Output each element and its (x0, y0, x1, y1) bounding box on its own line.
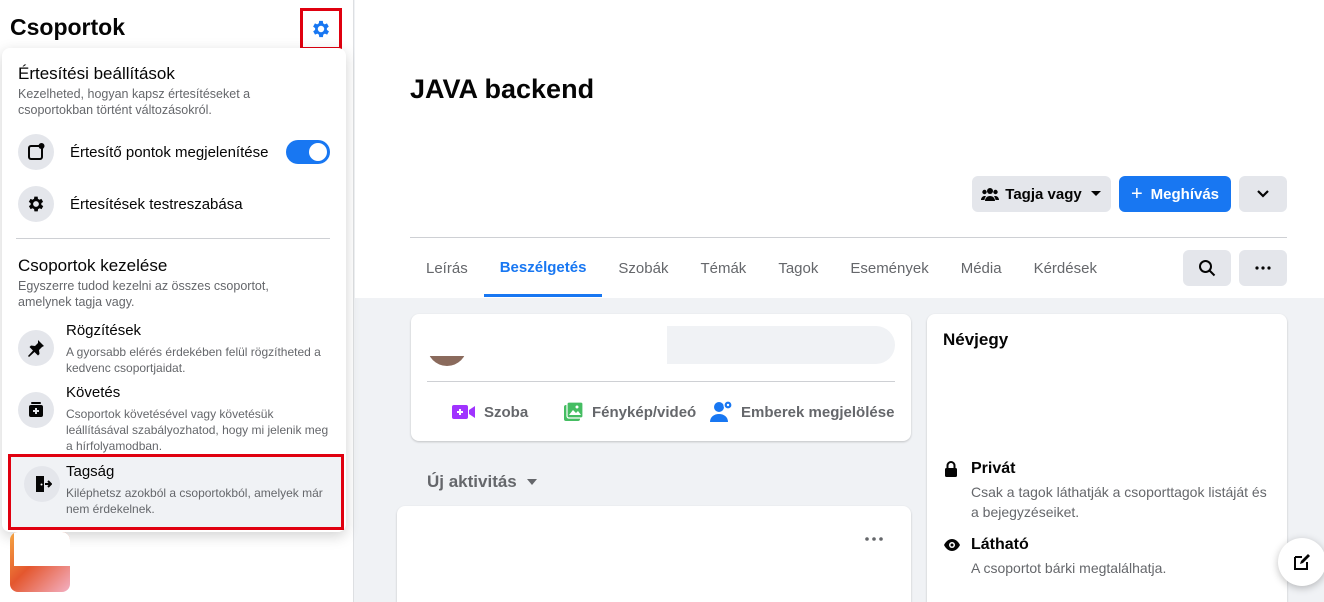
leave-group-icon (24, 466, 60, 502)
tab-media[interactable]: Média (945, 240, 1018, 297)
pins-title: Rögzítések (66, 322, 142, 339)
room-label: Szoba (484, 403, 529, 421)
photo-icon (564, 401, 584, 421)
tab-szobak[interactable]: Szobák (602, 240, 684, 297)
compose-icon (1294, 554, 1310, 570)
eye-icon (944, 539, 960, 551)
members-icon (981, 188, 1000, 201)
new-activity-label: Új aktivitás (427, 472, 517, 491)
new-message-button[interactable] (1278, 538, 1324, 586)
tab-esemenyek[interactable]: Események (834, 240, 944, 297)
visibility-title: Látható (971, 536, 1029, 553)
show-dots-toggle[interactable] (286, 140, 330, 164)
caret-down-icon (1090, 191, 1101, 196)
divider (16, 238, 330, 239)
header-divider (410, 237, 1287, 238)
member-status-button[interactable]: Tagja vagy (972, 176, 1111, 212)
tab-leiras[interactable]: Leírás (410, 240, 484, 297)
membership-row[interactable]: Tagság Kiléphetsz azokból a csoportokból… (8, 454, 344, 530)
member-status-label: Tagja vagy (1005, 185, 1082, 203)
gear-icon (18, 186, 54, 222)
tag-people-action[interactable]: Emberek megjelölése (709, 396, 894, 428)
avatar (427, 326, 467, 366)
search-icon (1199, 260, 1216, 277)
video-room-icon (452, 405, 475, 419)
manage-groups-description: Egyszerre tudod kezelni az összes csopor… (18, 279, 269, 309)
following-title: Követés (66, 384, 121, 401)
invite-button[interactable]: + Meghívás (1119, 176, 1231, 212)
privacy-title: Privát (971, 460, 1016, 477)
group-tabs: Leírás Beszélgetés Szobák Témák Tagok Es… (410, 240, 1113, 298)
membership-title: Tagság (66, 463, 115, 480)
plus-icon: + (1130, 182, 1143, 205)
search-button[interactable] (1183, 250, 1231, 286)
lock-icon (945, 461, 957, 477)
caret-down-icon (526, 479, 537, 485)
notification-settings-heading: Értesítési beállítások (18, 64, 175, 83)
privacy-desc: Csak a tagok láthatják a csoporttagok li… (971, 484, 1267, 520)
more-horizontal-icon (1255, 266, 1271, 270)
gear-icon (313, 20, 329, 38)
chevron-down-icon (1257, 190, 1269, 198)
customize-notifications-row[interactable]: Értesítések testreszabása (10, 180, 338, 228)
tab-kerdesek[interactable]: Kérdések (1018, 240, 1113, 297)
pin-icon (18, 330, 54, 366)
new-activity-sort[interactable]: Új aktivitás (427, 472, 537, 492)
composer-divider (427, 381, 895, 382)
room-action[interactable]: Szoba (452, 396, 528, 428)
pins-desc: A gyorsabb elérés érdekében felül rögzít… (66, 345, 321, 375)
tab-temak[interactable]: Témák (684, 240, 762, 297)
notification-dot-icon (18, 134, 54, 170)
groups-sidebar: Csoportok Értesítési beállítások Kezelhe… (0, 0, 354, 602)
photo-video-action[interactable]: Fénykép/videó (562, 396, 696, 428)
more-options-button[interactable] (1239, 176, 1287, 212)
manage-groups-heading: Csoportok kezelése (18, 256, 168, 275)
about-title: Névjegy (943, 330, 1009, 349)
following-desc: Csoportok követésével vagy követésük leá… (66, 407, 329, 453)
customize-notifications-label: Értesítések testreszabása (70, 195, 243, 213)
show-dots-row[interactable]: Értesítő pontok megjelenítése (10, 128, 338, 176)
tab-beszelgetes[interactable]: Beszélgetés (483, 240, 603, 297)
invite-label: Meghívás (1150, 185, 1220, 203)
group-thumbnail[interactable] (10, 532, 70, 592)
notification-settings-description: Kezelheted, hogyan kapsz értesítéseket a… (18, 87, 251, 117)
following-row[interactable]: Követés Csoportok követésével vagy követ… (10, 384, 338, 458)
pins-row[interactable]: Rögzítések A gyorsabb elérés érdekében f… (10, 322, 338, 380)
settings-gear-button[interactable] (300, 8, 342, 50)
sidebar-title: Csoportok (10, 14, 125, 40)
post-options-button[interactable] (865, 528, 883, 546)
tag-people-label: Emberek megjelölése (741, 403, 895, 421)
follow-icon (18, 392, 54, 428)
more-actions-button[interactable] (1239, 250, 1287, 286)
feed-post-card (397, 506, 911, 602)
photo-video-label: Fénykép/videó (592, 403, 697, 421)
tab-tagok[interactable]: Tagok (762, 240, 834, 297)
more-horizontal-icon (865, 537, 883, 541)
membership-desc: Kiléphetsz azokból a csoportokból, amely… (66, 486, 323, 516)
group-title: JAVA backend (410, 74, 595, 104)
visibility-desc: A csoportot bárki megtalálhatja. (971, 560, 1167, 576)
composer-input[interactable] (667, 326, 895, 364)
tag-people-icon (710, 400, 733, 422)
show-dots-label: Értesítő pontok megjelenítése (70, 143, 269, 161)
